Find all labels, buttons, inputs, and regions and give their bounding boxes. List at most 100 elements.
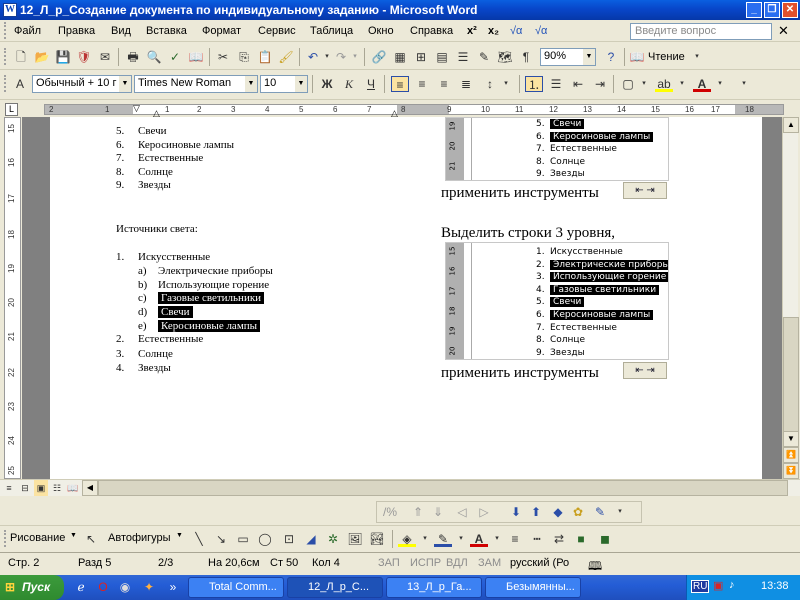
reading-icon[interactable]: 📖 xyxy=(628,49,646,65)
help-search-input[interactable]: Введите вопрос xyxy=(630,23,772,40)
task-untitled[interactable]: Безымянны... xyxy=(485,577,581,598)
web-view-icon[interactable]: ⊟ xyxy=(18,480,32,496)
print-icon[interactable]: 🖶 xyxy=(124,49,142,65)
print-preview-icon[interactable]: 🔍 xyxy=(145,49,163,65)
drawing-toggle-icon[interactable]: ✎ xyxy=(475,49,493,65)
horizontal-ruler[interactable]: L 2 1 1 2 3 4 5 6 7 8 9 10 11 12 13 14 1… xyxy=(0,101,800,118)
move-up-icon[interactable]: ⇑ xyxy=(409,504,427,520)
superscript-button[interactable]: x² xyxy=(467,25,477,37)
menu-format[interactable]: Формат xyxy=(202,25,241,37)
style-gallery-icon[interactable]: ✿ xyxy=(569,504,587,520)
style-select[interactable]: Обычный + 10 г ▼ xyxy=(32,75,132,93)
start-button[interactable]: ⊞ Пуск xyxy=(0,575,64,600)
help-icon[interactable]: ? xyxy=(602,49,620,65)
slash-icon[interactable]: /% xyxy=(381,504,399,520)
menu-table[interactable]: Таблица xyxy=(310,25,353,37)
reading-button[interactable]: Чтение xyxy=(648,51,685,63)
chevron-down-icon[interactable]: ▼ xyxy=(583,49,595,65)
layout-icon[interactable]: ⬇ xyxy=(507,504,525,520)
equation-button[interactable]: √α xyxy=(510,25,522,37)
menu-insert[interactable]: Вставка xyxy=(146,25,187,37)
scroll-up-button[interactable]: ▲ xyxy=(783,117,799,133)
line-icon[interactable]: ╲ xyxy=(190,531,208,547)
chevron-down-icon[interactable]: ▼ xyxy=(295,76,307,92)
arrow-icon[interactable]: ↘ xyxy=(212,531,230,547)
previous-page-button[interactable]: ⏫ xyxy=(783,447,799,463)
menu-grip[interactable] xyxy=(4,22,7,39)
tray-app-icon[interactable]: ▣ xyxy=(713,579,723,592)
toolbar-grip[interactable] xyxy=(4,48,7,65)
new-document-icon[interactable]: 🗋 xyxy=(12,49,30,65)
redo-dropdown-icon[interactable]: ▾ xyxy=(346,49,364,65)
open-icon[interactable]: 📂 xyxy=(33,49,51,65)
tab-selector[interactable]: L xyxy=(5,103,18,116)
menu-window[interactable]: Окно xyxy=(368,25,394,37)
task-total-commander[interactable]: Total Comm... xyxy=(188,577,284,598)
status-extend[interactable]: ВДЛ xyxy=(446,557,468,569)
line-style-icon[interactable]: ≡ xyxy=(506,531,524,547)
task-word-13[interactable]: 13_Л_р_Га... xyxy=(386,577,482,598)
print-layout-icon[interactable]: ▣ xyxy=(34,480,48,496)
toolbar-options-icon[interactable]: ▾ xyxy=(688,49,706,65)
chevron-down-icon[interactable]: ▾ xyxy=(497,76,515,92)
bold-button[interactable]: Ж xyxy=(318,76,336,92)
equation-editor-button[interactable]: √α xyxy=(535,25,547,37)
menu-help[interactable]: Справка xyxy=(410,25,453,37)
vertical-scrollbar[interactable]: ▲ ▼ ⏫ ⏬ xyxy=(782,117,799,479)
font-color-icon[interactable]: A xyxy=(470,531,488,547)
opera-icon[interactable]: O xyxy=(94,579,112,595)
next-page-button[interactable]: ⏬ xyxy=(783,463,799,479)
decrease-indent-icon[interactable]: ⇤ xyxy=(569,76,587,92)
status-record[interactable]: ЗАП xyxy=(378,557,400,569)
rectangle-icon[interactable]: ▭ xyxy=(234,531,252,547)
scroll-left-button[interactable]: ◀ xyxy=(82,480,98,496)
chevron-down-icon[interactable]: ▼ xyxy=(176,532,183,539)
underline-button[interactable]: Ч xyxy=(362,76,380,92)
outline-view-icon[interactable]: ☷ xyxy=(50,480,64,496)
select-objects-icon[interactable]: ↖ xyxy=(82,531,100,547)
paste-icon[interactable]: 📋 xyxy=(256,49,274,65)
font-size-select[interactable]: 10 ▼ xyxy=(260,75,308,93)
close-button[interactable]: ✕ xyxy=(782,2,798,18)
show-formatting-icon[interactable]: ¶ xyxy=(517,49,535,65)
drawing-menu[interactable]: Рисование xyxy=(10,532,65,544)
chevron-down-icon[interactable]: ▾ xyxy=(635,76,653,92)
line-color-icon[interactable]: ✎ xyxy=(434,531,452,547)
close-document-icon[interactable]: ✕ xyxy=(778,23,789,39)
menu-tools[interactable]: Сервис xyxy=(258,25,296,37)
maximize-button[interactable]: ❐ xyxy=(764,2,780,18)
menu-view[interactable]: Вид xyxy=(111,25,131,37)
toolbar-options-icon[interactable]: ▾ xyxy=(735,76,753,92)
text-box-icon[interactable]: ⊡ xyxy=(280,531,298,547)
subscript-button[interactable]: x₂ xyxy=(488,25,499,37)
app-icon[interactable]: ✦ xyxy=(140,579,158,595)
shadow-icon[interactable]: ■ xyxy=(572,531,590,547)
hyperlink-icon[interactable]: 🔗 xyxy=(370,49,388,65)
insert-excel-icon[interactable]: ▤ xyxy=(433,49,451,65)
horizontal-scrollbar[interactable]: ≡ ⊟ ▣ ☷ 📖 ◀ xyxy=(0,479,800,496)
first-line-indent-marker[interactable]: ▽ xyxy=(133,103,140,114)
bullets-icon[interactable]: ☰ xyxy=(547,76,565,92)
arrange-left-icon[interactable]: ◁ xyxy=(453,504,471,520)
toolbar-grip[interactable] xyxy=(4,530,7,547)
chevron-down-icon[interactable]: ▾ xyxy=(711,76,729,92)
increase-indent-icon[interactable]: ⇥ xyxy=(591,76,609,92)
chevron-down-icon[interactable]: ▼ xyxy=(119,76,131,92)
move-down-icon[interactable]: ⇓ xyxy=(429,504,447,520)
menu-file[interactable]: Файл xyxy=(14,25,41,37)
scroll-down-button[interactable]: ▼ xyxy=(783,431,799,447)
email-icon[interactable]: ✉ xyxy=(96,49,114,65)
scroll-thumb[interactable] xyxy=(783,317,799,447)
save-icon[interactable]: 💾 xyxy=(54,49,72,65)
reading-view-icon[interactable]: 📖 xyxy=(66,480,80,496)
media-icon[interactable]: ◉ xyxy=(116,579,134,595)
align-left-icon[interactable]: ≡ xyxy=(391,76,409,92)
format-painter-icon[interactable]: 🖌 xyxy=(277,49,295,65)
research-icon[interactable]: 📖 xyxy=(187,49,205,65)
spelling-icon[interactable]: ✓ xyxy=(166,49,184,65)
quicklaunch-more-icon[interactable]: » xyxy=(164,579,182,595)
italic-button[interactable]: К xyxy=(340,76,358,92)
horizontal-scroll-thumb[interactable] xyxy=(98,480,788,496)
justify-icon[interactable]: ≣ xyxy=(457,76,475,92)
chevron-down-icon[interactable]: ▾ xyxy=(611,504,629,520)
